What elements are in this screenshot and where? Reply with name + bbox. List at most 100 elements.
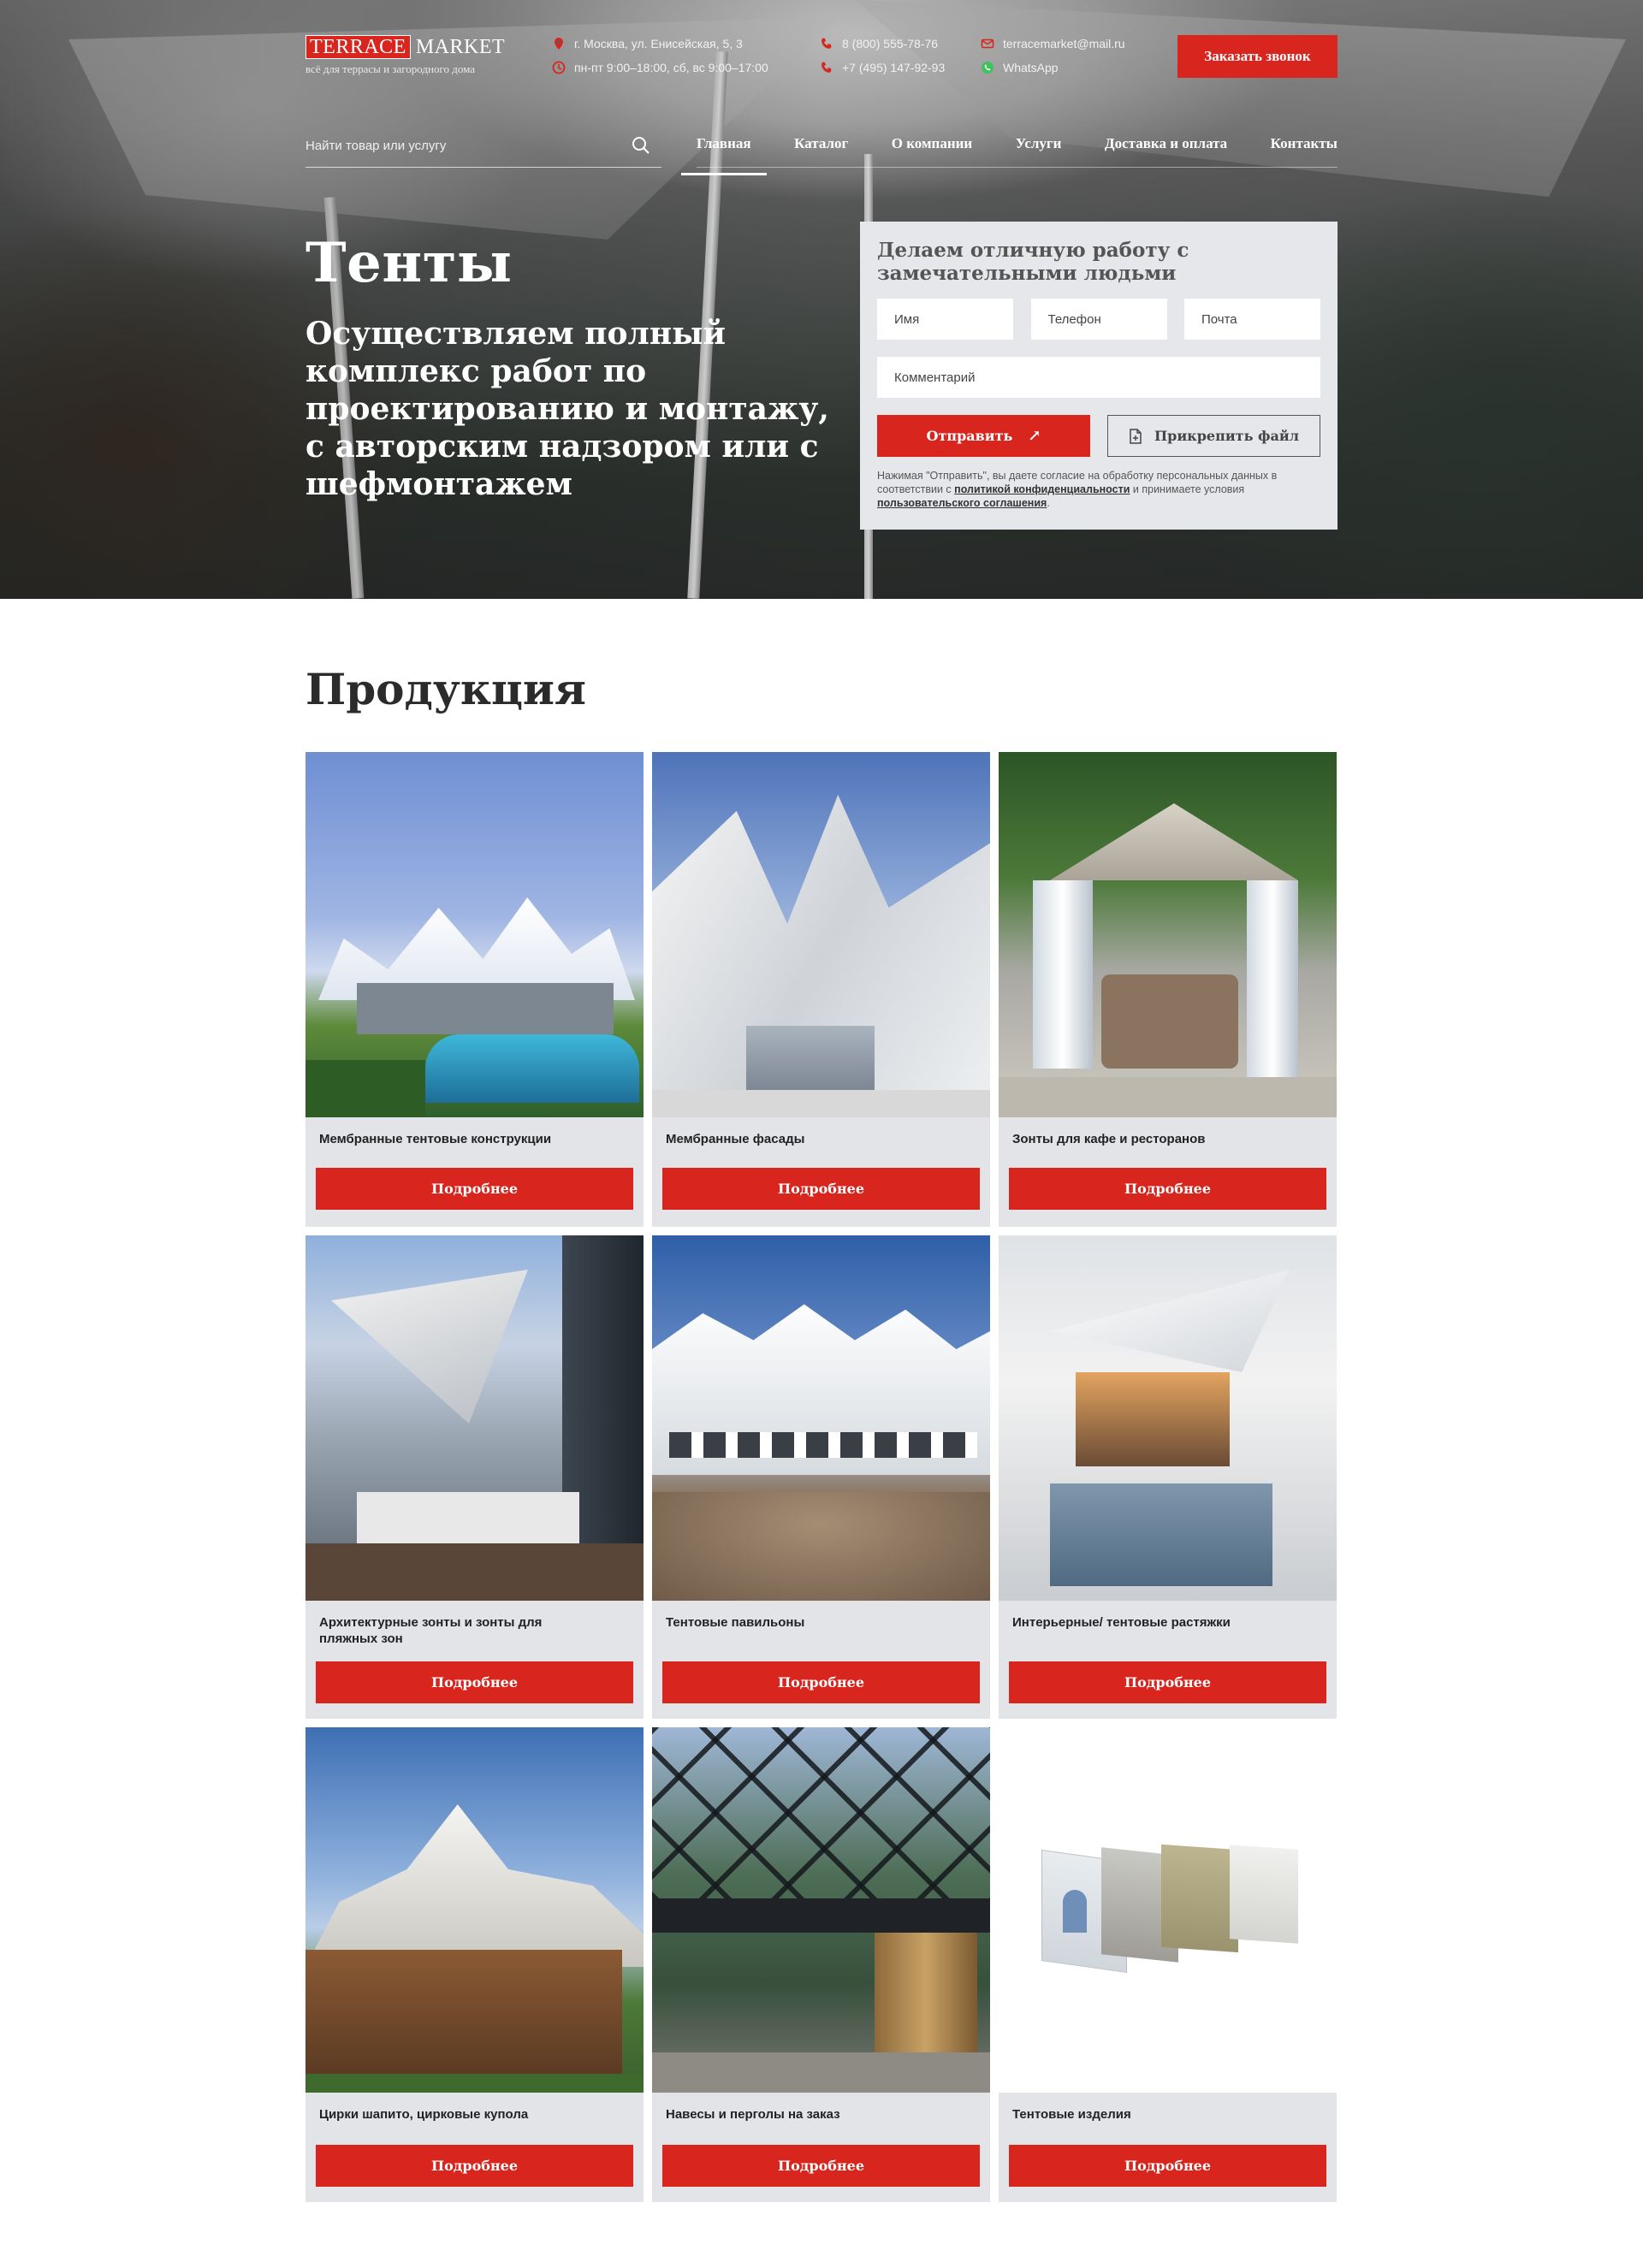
- arrow-up-right-icon: ↗: [1028, 427, 1041, 445]
- product-card-body: Тентовые изделия Подробнее: [999, 2093, 1337, 2202]
- email-field[interactable]: [1184, 299, 1320, 340]
- form-contact-row: [877, 299, 1320, 340]
- product-name: Архитектурные зонты и зонты для пляжных …: [319, 1615, 543, 1646]
- logo-word-market: MARKET: [415, 35, 506, 58]
- product-card-body: Зонты для кафе и ресторанов Подробнее: [999, 1117, 1337, 1227]
- product-card-body: Навесы и перголы на заказ Подробнее: [652, 2093, 990, 2202]
- hero-overlay: [0, 0, 1643, 599]
- details-button[interactable]: Подробнее: [316, 2145, 633, 2187]
- contact-phone-1[interactable]: 8 (800) 555-78-76: [820, 35, 938, 52]
- details-button[interactable]: Подробнее: [1009, 1661, 1326, 1703]
- nav-item-contacts[interactable]: Контакты: [1271, 128, 1338, 167]
- site-logo[interactable]: TERRACE MARKET всё для террасы и загород…: [305, 35, 519, 80]
- nav-item-about[interactable]: О компании: [892, 128, 972, 167]
- search-bar: [305, 128, 661, 168]
- product-card[interactable]: Архитектурные зонты и зонты для пляжных …: [305, 1235, 644, 1719]
- search-input[interactable]: [305, 128, 614, 163]
- comment-field[interactable]: [877, 357, 1320, 398]
- product-card[interactable]: Навесы и перголы на заказ Подробнее: [652, 1727, 990, 2202]
- product-card[interactable]: Интерьерные/ тентовые растяжки Подробнее: [999, 1235, 1337, 1719]
- product-card[interactable]: Тентовые павильоны Подробнее: [652, 1235, 990, 1719]
- logo-wordmark: TERRACE MARKET: [305, 35, 519, 59]
- user-agreement-link[interactable]: пользовательского соглашения: [877, 497, 1047, 509]
- attach-file-button[interactable]: Прикрепить файл: [1107, 415, 1320, 457]
- product-card-body: Архитектурные зонты и зонты для пляжных …: [305, 1601, 644, 1719]
- nav-item-home[interactable]: Главная: [681, 128, 767, 175]
- contact-hours: пн-пт 9:00–18:00, сб, вс 9:00–17:00: [552, 59, 768, 76]
- nav-item-catalog[interactable]: Каталог: [794, 128, 848, 167]
- product-name: Тентовые изделия: [1012, 2107, 1131, 2122]
- clock-icon: [552, 61, 566, 74]
- details-button[interactable]: Подробнее: [662, 1168, 980, 1210]
- page-title: Тенты: [305, 231, 513, 295]
- product-card[interactable]: Цирки шапито, цирковые купола Подробнее: [305, 1727, 644, 2202]
- product-card-body: Мембранные тентовые конструкции Подробне…: [305, 1117, 644, 1227]
- hero-subtitle: Осуществляем полный комплекс работ по пр…: [305, 316, 829, 502]
- product-image-canopies-pergolas[interactable]: [652, 1727, 990, 2093]
- product-image-membrane-structures[interactable]: [305, 752, 644, 1117]
- send-button[interactable]: Отправить ↗: [877, 415, 1090, 457]
- nav-item-delivery[interactable]: Доставка и оплата: [1105, 128, 1227, 167]
- logo-word-terrace: TERRACE: [305, 35, 411, 59]
- product-image-interior-tensile[interactable]: [999, 1235, 1337, 1601]
- whatsapp-text: WhatsApp: [1003, 61, 1059, 74]
- phone-icon: [822, 38, 832, 49]
- hours-text: пн-пт 9:00–18:00, сб, вс 9:00–17:00: [574, 61, 768, 74]
- details-button[interactable]: Подробнее: [1009, 2145, 1326, 2187]
- details-button[interactable]: Подробнее: [662, 2145, 980, 2187]
- phone-2-text: +7 (495) 147-92-93: [842, 61, 946, 74]
- name-field[interactable]: [877, 299, 1013, 340]
- product-card-body: Тентовые павильоны Подробнее: [652, 1601, 990, 1719]
- details-button[interactable]: Подробнее: [316, 1661, 633, 1703]
- product-image-architectural-umbrellas[interactable]: [305, 1235, 644, 1601]
- products-grid: Мембранные тентовые конструкции Подробне…: [305, 752, 1338, 2202]
- whatsapp-icon: [982, 62, 994, 74]
- nav-item-services[interactable]: Услуги: [1016, 128, 1062, 167]
- product-image-membrane-facades[interactable]: [652, 752, 990, 1117]
- consent-end: .: [1047, 497, 1050, 509]
- main-nav: Главная Каталог О компании Услуги Достав…: [681, 128, 1338, 175]
- contact-phone-2[interactable]: +7 (495) 147-92-93: [820, 59, 945, 76]
- product-name: Интерьерные/ тентовые растяжки: [1012, 1615, 1231, 1630]
- product-card-body: Мембранные фасады Подробнее: [652, 1117, 990, 1227]
- products-section-title: Продукция: [305, 664, 586, 714]
- logo-tagline: всё для террасы и загородного дома: [305, 62, 476, 75]
- mail-icon: [981, 38, 994, 49]
- product-name: Цирки шапито, цирковые купола: [319, 2107, 529, 2122]
- product-name: Мембранные фасады: [666, 1132, 805, 1146]
- product-card-body: Интерьерные/ тентовые растяжки Подробнее: [999, 1601, 1337, 1719]
- contact-address: г. Москва, ул. Енисейская, 5, 3: [552, 35, 743, 52]
- send-button-label: Отправить: [926, 428, 1013, 444]
- product-card[interactable]: Мембранные фасады Подробнее: [652, 752, 990, 1227]
- hero-section: TERRACE MARKET всё для террасы и загород…: [0, 0, 1643, 599]
- contact-whatsapp[interactable]: WhatsApp: [981, 59, 1059, 76]
- product-card-body: Цирки шапито, цирковые купола Подробнее: [305, 2093, 644, 2202]
- product-image-tent-pavilions[interactable]: [652, 1235, 990, 1601]
- product-image-tent-products[interactable]: [999, 1727, 1337, 2093]
- product-image-circus-tents[interactable]: [305, 1727, 644, 2093]
- address-text: г. Москва, ул. Енисейская, 5, 3: [574, 37, 743, 50]
- file-icon: [1130, 428, 1142, 444]
- details-button[interactable]: Подробнее: [316, 1168, 633, 1210]
- order-call-button[interactable]: Заказать звонок: [1177, 35, 1338, 78]
- product-name: Тентовые павильоны: [666, 1615, 805, 1630]
- details-button[interactable]: Подробнее: [1009, 1168, 1326, 1210]
- search-icon[interactable]: [631, 135, 651, 156]
- privacy-policy-link[interactable]: политикой конфиденциальности: [954, 483, 1130, 495]
- product-card[interactable]: Мембранные тентовые конструкции Подробне…: [305, 752, 644, 1227]
- location-pin-icon: [555, 38, 563, 50]
- consent-middle: и принимаете условия: [1132, 483, 1245, 495]
- phone-1-text: 8 (800) 555-78-76: [842, 37, 939, 50]
- form-buttons: Отправить ↗ Прикрепить файл: [877, 415, 1320, 457]
- details-button[interactable]: Подробнее: [662, 1661, 980, 1703]
- product-card[interactable]: Тентовые изделия Подробнее: [999, 1727, 1337, 2202]
- phone-field[interactable]: [1030, 299, 1167, 340]
- phone-icon: [822, 62, 832, 73]
- product-name: Навесы и перголы на заказ: [666, 2107, 840, 2122]
- product-card[interactable]: Зонты для кафе и ресторанов Подробнее: [999, 752, 1337, 1227]
- product-name: Зонты для кафе и ресторанов: [1012, 1132, 1206, 1146]
- product-image-cafe-umbrellas[interactable]: [999, 752, 1337, 1117]
- consent-text: Нажимая "Отправить", вы даете согласие н…: [877, 469, 1320, 510]
- request-form: Делаем отличную работу с замечательными …: [860, 222, 1338, 530]
- contact-email[interactable]: terracemarket@mail.ru: [981, 35, 1125, 52]
